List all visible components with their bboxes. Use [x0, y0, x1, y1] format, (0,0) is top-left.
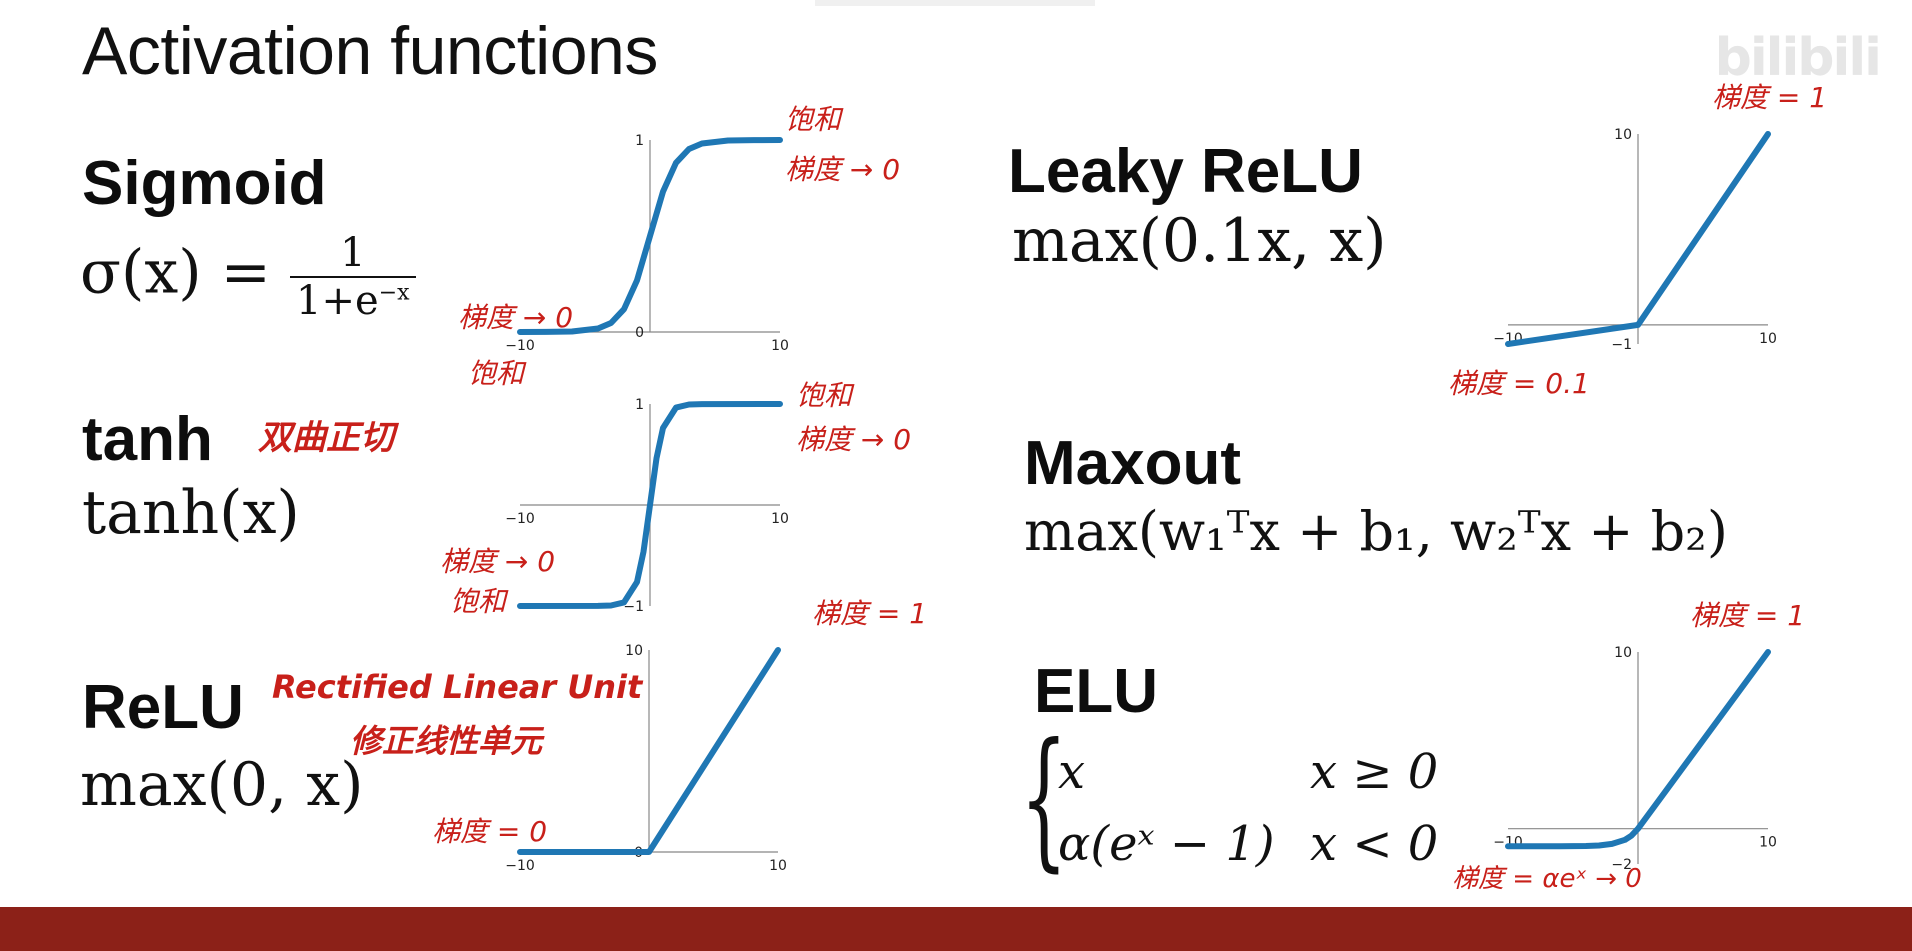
- elu-note-right-gradient: 梯度 = 1: [1690, 599, 1806, 632]
- elu-chart-y-tick-1: 10: [1614, 645, 1632, 661]
- elu-chart-x-tick-1: 10: [1759, 835, 1777, 851]
- elu-note-left-gradient: 梯度 = αeˣ → 0: [1452, 864, 1642, 894]
- footer-bar: [0, 907, 1912, 951]
- elu-chart: −10 10−210: [1493, 645, 1777, 873]
